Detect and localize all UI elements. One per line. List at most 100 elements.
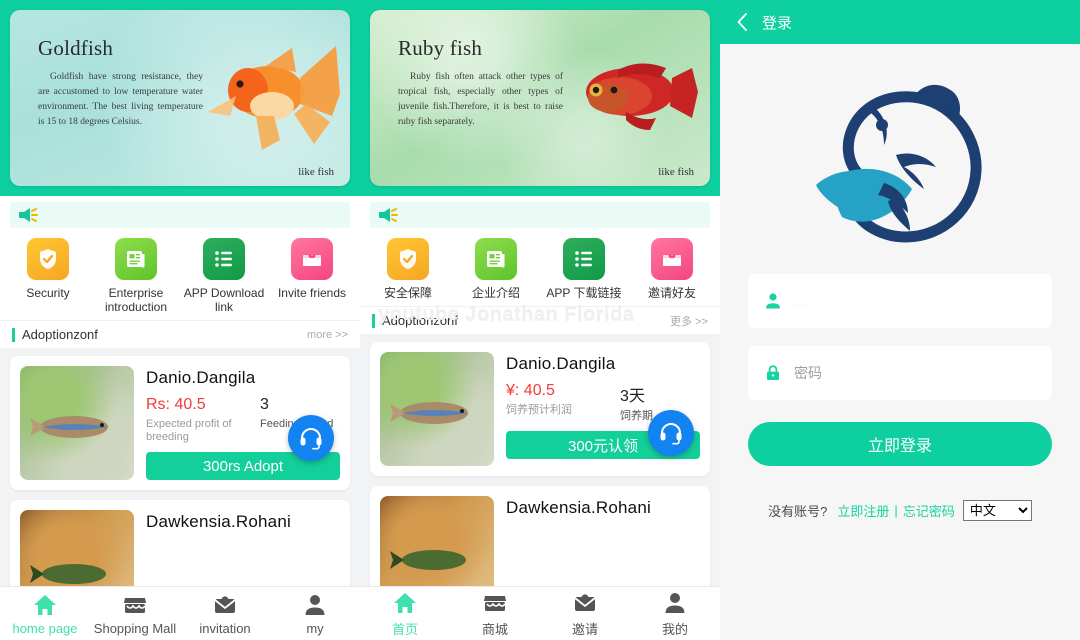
quick-icon-enterprise[interactable]: 企业介绍 — [452, 238, 540, 300]
product-period-value: 3天 — [620, 388, 645, 405]
product-card[interactable]: Danio.Dangila ¥: 40.5 饲养预计利润 3天 饲养期 300元… — [370, 342, 710, 476]
quick-icon-label: 邀请好友 — [647, 286, 696, 300]
hero-banner-zh: Ruby fish Ruby fish often attack other t… — [360, 0, 720, 196]
chevron-left-icon[interactable] — [736, 12, 748, 32]
hero-card-rubyfish[interactable]: Ruby fish Ruby fish often attack other t… — [370, 10, 710, 186]
shield-check-icon — [27, 238, 69, 280]
footer-separator: | — [894, 503, 898, 518]
tab-my[interactable]: my — [270, 587, 360, 640]
headset-icon — [660, 423, 682, 445]
product-period-value: 3 — [260, 396, 269, 413]
fish-logo-icon — [816, 84, 982, 243]
megaphone-icon — [19, 208, 38, 222]
hero-card-goldfish[interactable]: Goldfish Goldfish have strong resistance… — [10, 10, 350, 186]
language-select[interactable]: 中文English — [962, 500, 1032, 521]
username-field-wrapper[interactable] — [748, 274, 1052, 328]
customer-service-button[interactable] — [648, 410, 694, 456]
quick-icon-security[interactable]: 安全保障 — [364, 238, 452, 300]
product-price-label: 饲养预计利润 — [506, 404, 572, 416]
gift-icon — [291, 238, 333, 280]
tab-label: invitation — [199, 620, 251, 636]
logo-container — [720, 44, 1080, 274]
section-accent-bar — [372, 313, 375, 328]
quick-icon-grid-en: Security Enterprise introduction APP Dow… — [0, 228, 360, 316]
hero-banner-en: Goldfish Goldfish have strong resistance… — [0, 0, 360, 196]
notice-bar-zh[interactable] — [370, 202, 710, 228]
home-icon — [394, 592, 416, 613]
product-list-en: Danio.Dangila Rs: 40.5 Expected profit o… — [0, 348, 360, 610]
hero-description: Goldfish have strong resistance, they ar… — [38, 72, 203, 127]
tab-shopping-mall[interactable]: 商城 — [450, 587, 540, 640]
danio-fish-icon — [390, 402, 468, 424]
section-title-group: Adoptionzonf — [12, 327, 98, 342]
tab-home-page[interactable]: home page — [0, 587, 90, 640]
watermark-text: youtube Jonathan Florida — [378, 303, 635, 325]
tab-invitation[interactable]: invitation — [180, 587, 270, 640]
quick-icon-invite-friends[interactable]: 邀请好友 — [628, 238, 716, 300]
notice-bar-en[interactable] — [10, 202, 350, 228]
quick-icon-enterprise[interactable]: Enterprise introduction — [92, 238, 180, 314]
forgot-password-link[interactable]: 忘记密码 — [903, 501, 955, 520]
list-icon — [563, 238, 605, 280]
tab-home-page[interactable]: 首页 — [360, 587, 450, 640]
quick-icon-label: 安全保障 — [383, 286, 432, 300]
tab-shopping-mall[interactable]: Shopping Mall — [90, 587, 180, 640]
login-footer: 没有账号? 立即注册 | 忘记密码 中文English — [720, 500, 1080, 521]
tab-label: home page — [12, 620, 78, 636]
quick-icon-security[interactable]: Security — [4, 238, 92, 314]
section-more-link[interactable]: 更多 >> — [670, 313, 708, 329]
product-list-zh: Danio.Dangila ¥: 40.5 饲养预计利润 3天 饲养期 300元… — [360, 334, 720, 596]
hero-description: Ruby fish often attack other types of tr… — [398, 72, 563, 127]
product-info: Dawkensia.Rohani — [494, 496, 700, 596]
tab-bar-en: home page Shopping Mall invitation my — [0, 586, 360, 640]
quick-icon-label: APP Download link — [183, 286, 265, 314]
quick-icon-label: 企业介绍 — [471, 286, 520, 300]
tab-bar-zh: 首页 商城 邀请 我的 — [360, 586, 720, 640]
quick-icon-label: Enterprise introduction — [104, 286, 168, 314]
lock-icon — [767, 365, 779, 380]
headset-icon — [300, 428, 322, 450]
envelope-icon — [574, 593, 596, 611]
product-profit: ¥: 40.5 饲养预计利润 — [506, 382, 620, 423]
document-icon — [115, 238, 157, 280]
product-price: Rs: 40.5 — [146, 396, 206, 413]
tab-invitation[interactable]: 邀请 — [540, 587, 630, 640]
document-icon — [475, 238, 517, 280]
product-price: ¥: 40.5 — [506, 382, 555, 399]
product-card[interactable]: Dawkensia.Rohani — [370, 486, 710, 596]
product-price-label: Expected profit of breeding — [146, 418, 232, 443]
section-more-link[interactable]: more >> — [307, 329, 348, 341]
list-icon — [203, 238, 245, 280]
register-link[interactable]: 立即注册 — [837, 501, 889, 520]
tab-label: 邀请 — [571, 621, 598, 637]
gift-icon — [651, 238, 693, 280]
password-field-wrapper[interactable] — [748, 346, 1052, 400]
no-account-label: 没有账号? — [768, 504, 828, 519]
tab-my[interactable]: 我的 — [630, 587, 720, 640]
login-title: 登录 — [762, 14, 793, 32]
rubyfish-illustration-icon — [586, 63, 698, 130]
person-icon — [766, 293, 780, 309]
shield-check-icon — [387, 238, 429, 280]
home-icon — [34, 594, 56, 615]
product-name: Danio.Dangila — [506, 354, 616, 373]
tab-label: my — [306, 620, 324, 636]
goldfish-illustration-icon — [208, 46, 340, 150]
tab-label: 我的 — [661, 621, 688, 637]
username-input[interactable] — [794, 293, 1036, 309]
quick-icon-app-download[interactable]: APP Download link — [180, 238, 268, 314]
quick-icon-invite-friends[interactable]: Invite friends — [268, 238, 356, 314]
product-thumbnail — [20, 366, 134, 480]
product-thumbnail — [380, 352, 494, 466]
password-input[interactable] — [794, 365, 1036, 381]
danio-fish-icon — [30, 416, 108, 438]
quick-icon-app-download[interactable]: APP 下载链接 — [540, 238, 628, 300]
login-panel: 登录 ... 立即登录 没有账号? 立即注册 | 忘记密码 中文 — [720, 0, 1080, 640]
quick-icon-grid-zh: 安全保障 企业介绍 APP 下载链接 邀请好友 — [360, 228, 720, 302]
customer-service-button[interactable] — [288, 415, 334, 461]
dawkensia-fish-icon — [390, 550, 466, 570]
login-submit-button[interactable]: 立即登录 — [748, 422, 1052, 466]
store-icon — [484, 595, 506, 611]
megaphone-icon — [379, 208, 398, 222]
store-icon — [124, 597, 146, 613]
